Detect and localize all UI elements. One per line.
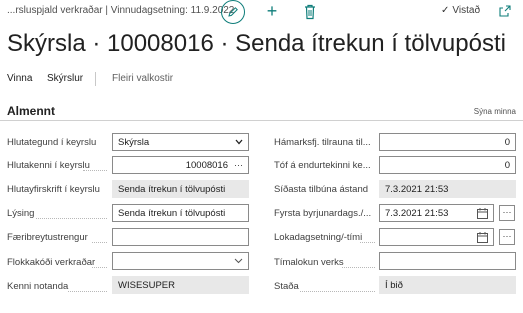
category-code-select[interactable] — [112, 252, 249, 270]
action-process[interactable]: Vinna — [7, 73, 32, 84]
start-datetime-more-button[interactable]: ··· — [499, 205, 515, 221]
field-value: 0 — [504, 136, 510, 148]
label-leader — [342, 267, 375, 268]
label-leader — [300, 291, 375, 292]
section-title[interactable]: Almennt — [7, 104, 55, 118]
field-label: Fyrsta byrjunardags./... — [274, 208, 372, 219]
label-leader — [83, 170, 107, 171]
field-value: Senda ítrekun í tölvupósti — [118, 207, 226, 219]
new-button[interactable]: + — [262, 1, 282, 21]
field-value: Senda ítrekun í tölvupósti — [118, 183, 226, 195]
label-leader — [360, 242, 375, 243]
section-divider — [0, 120, 523, 121]
field-value: 7.3.2021 21:53 — [385, 183, 449, 195]
field-label: Hámarksfj. tilrauna til... — [274, 137, 371, 148]
chevron-down-icon — [235, 139, 243, 145]
breadcrumb[interactable]: ...rsluspjald verkraðar | Vinnudagsetnin… — [7, 5, 234, 16]
action-bar: Vinna Skýrslur Fleiri valkostir — [0, 70, 523, 88]
label-leader — [68, 291, 107, 292]
user-id-field: WISESUPER — [112, 276, 249, 294]
field-value: 0 — [504, 159, 510, 171]
field-label: Hlutategund í keyrslu — [7, 137, 97, 148]
calendar-icon[interactable] — [477, 207, 488, 219]
max-attempts-field[interactable]: 0 — [379, 133, 516, 151]
lookup-icon[interactable]: ··· — [234, 160, 243, 170]
action-reports[interactable]: Skýrslur — [47, 73, 83, 84]
status-field: Í bið — [379, 276, 516, 294]
field-value: WISESUPER — [118, 279, 176, 291]
page-title: Skýrsla · 10008016 · Senda ítrekun í töl… — [7, 30, 506, 57]
object-caption-field: Senda ítrekun í tölvupósti — [112, 180, 249, 198]
object-id-field[interactable]: 10008016 ··· — [112, 156, 249, 174]
field-label: Tóf á endurtekinni ke... — [274, 160, 371, 171]
field-value: Skýrsla — [118, 136, 150, 148]
earliest-start-datetime-field[interactable]: 7.3.2021 21:53 — [379, 204, 494, 222]
plus-icon: + — [266, 1, 278, 21]
pencil-icon — [228, 7, 238, 17]
edit-button[interactable] — [221, 0, 245, 24]
saved-status: ✓ Vistað — [441, 5, 480, 16]
show-less-link[interactable]: Sýna minna — [474, 107, 516, 116]
more-options[interactable]: Fleiri valkostir — [112, 73, 173, 84]
job-timeout-field[interactable] — [379, 252, 516, 270]
check-icon: ✓ — [441, 5, 450, 16]
ending-datetime-field[interactable] — [379, 228, 494, 246]
description-field[interactable]: Senda ítrekun í tölvupósti — [112, 204, 249, 222]
open-new-window-icon[interactable] — [498, 4, 512, 18]
saved-label: Vistað — [452, 5, 481, 16]
field-label: Síðasta tilbúna ástand — [274, 184, 369, 195]
label-leader — [92, 242, 107, 243]
label-leader — [36, 218, 107, 219]
last-ready-state-field: 7.3.2021 21:53 — [379, 180, 516, 198]
action-separator — [95, 72, 96, 86]
field-value: Í bið — [385, 279, 403, 291]
rerun-delay-field[interactable]: 0 — [379, 156, 516, 174]
top-bar: ...rsluspjald verkraðar | Vinnudagsetnin… — [0, 0, 523, 24]
delete-icon[interactable] — [302, 3, 318, 21]
field-value: 10008016 — [185, 159, 228, 171]
parameter-string-field[interactable] — [112, 228, 249, 246]
label-leader — [92, 267, 107, 268]
field-value: 7.3.2021 21:53 — [385, 207, 449, 219]
chevron-down-icon — [234, 258, 243, 264]
ending-datetime-more-button[interactable]: ··· — [499, 229, 515, 245]
field-label: Hlutayfirskrift í keyrslu — [7, 184, 100, 195]
section-header: Almennt Sýna minna — [0, 104, 523, 119]
calendar-icon[interactable] — [477, 231, 488, 243]
object-type-select[interactable]: Skýrsla — [112, 133, 249, 151]
